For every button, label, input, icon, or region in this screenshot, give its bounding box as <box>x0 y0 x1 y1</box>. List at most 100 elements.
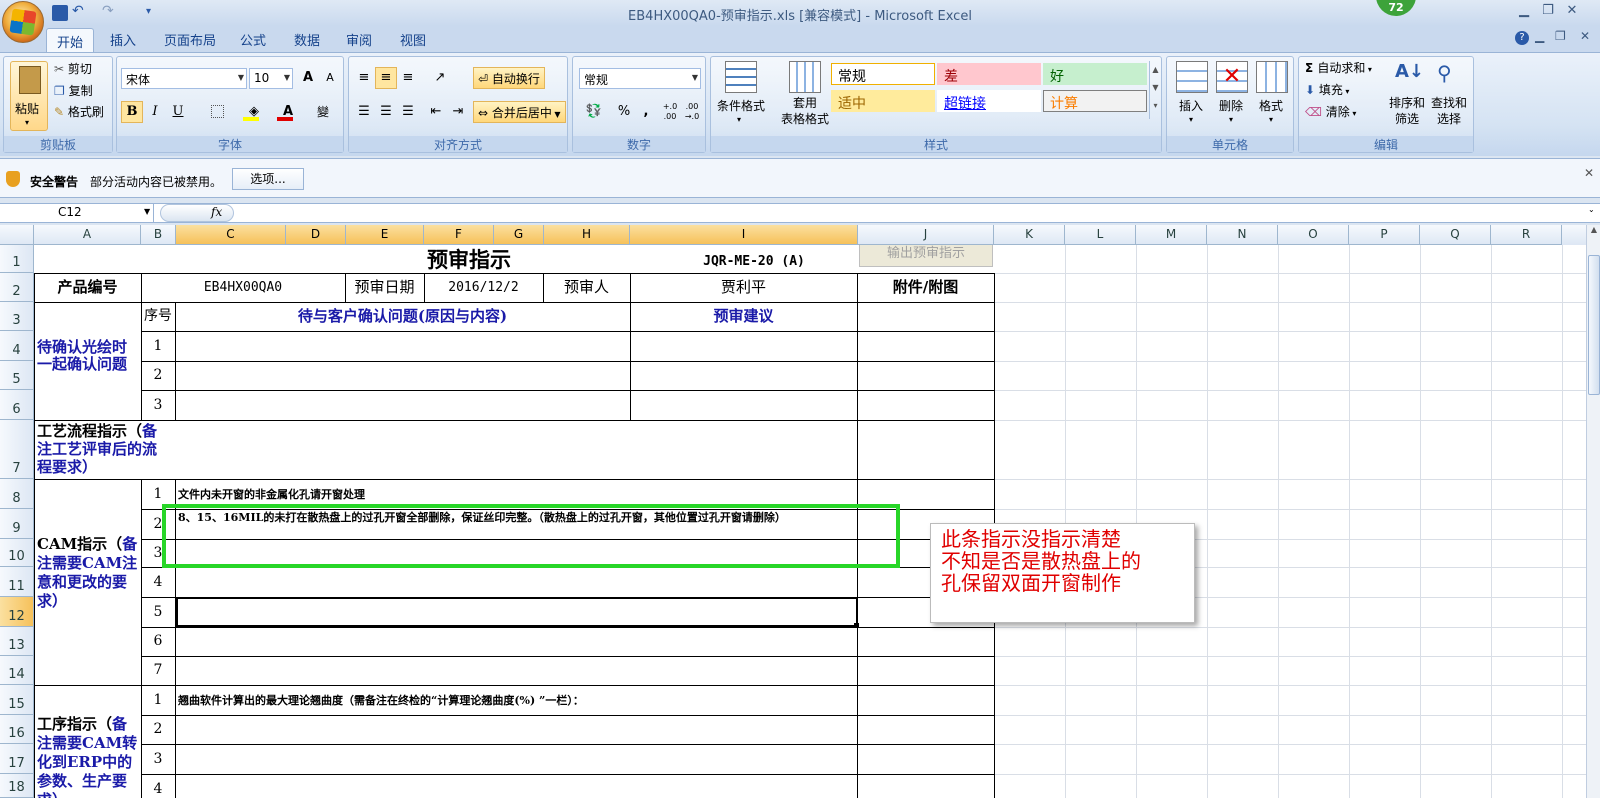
scroll-up-icon[interactable]: ▲ <box>1588 225 1600 239</box>
column-header-b[interactable]: B <box>141 225 176 245</box>
clear-button[interactable]: ⌫ 清除 ▾ <box>1305 103 1356 120</box>
product-value[interactable]: EB4HX00QA0 <box>141 273 345 302</box>
row-header-2[interactable]: 2 <box>0 273 34 302</box>
format-painter-button[interactable]: ✎ 格式刷 <box>54 103 104 120</box>
column-header-d[interactable]: D <box>286 225 346 245</box>
align-left-icon[interactable]: ☰ <box>353 101 375 123</box>
wrap-text-button[interactable]: ⏎ 自动换行 <box>473 67 545 89</box>
row-header-14[interactable]: 14 <box>0 656 34 685</box>
workbook-restore-icon[interactable]: ❐ <box>1555 29 1566 43</box>
tab-view[interactable]: 视图 <box>400 30 426 49</box>
security-options-button[interactable]: 选项... <box>232 168 304 190</box>
column-header-r[interactable]: R <box>1491 225 1562 245</box>
fx-icon[interactable]: fx <box>211 205 222 219</box>
italic-button[interactable]: I <box>144 101 166 123</box>
row-header-16[interactable]: 16 <box>0 715 34 744</box>
selected-cell[interactable] <box>176 597 858 627</box>
grow-font-button[interactable]: A <box>297 67 319 89</box>
decrease-indent-icon[interactable]: ⇤ <box>425 101 447 123</box>
export-button[interactable]: 输出预审指示 <box>859 245 993 267</box>
fill-handle[interactable] <box>854 623 859 628</box>
paste-button[interactable]: 粘贴 ▾ <box>10 61 48 131</box>
font-size-combo[interactable]: 10 ▼ <box>249 68 293 89</box>
align-right-icon[interactable]: ☰ <box>397 101 419 123</box>
percent-button[interactable]: % <box>613 101 635 123</box>
workbook-minimize-icon[interactable]: ▁ <box>1535 29 1544 43</box>
merge-center-button[interactable]: ⇔ 合并后居中 ▼ <box>473 101 566 123</box>
decrease-decimal-button[interactable]: .00 →.0 <box>681 101 703 123</box>
currency-icon[interactable]: 💱 <box>579 101 609 123</box>
style-neutral[interactable]: 适中 <box>831 90 935 112</box>
column-header-k[interactable]: K <box>994 225 1065 245</box>
scroll-thumb[interactable] <box>1588 255 1600 395</box>
align-top-icon[interactable]: ≡ <box>353 67 375 89</box>
column-header-l[interactable]: L <box>1065 225 1136 245</box>
column-header-a[interactable]: A <box>34 225 141 245</box>
format-cells-button[interactable]: 格式 ▾ <box>1253 59 1291 133</box>
comma-button[interactable]: , <box>635 101 657 123</box>
format-as-table-button[interactable]: 套用 表格格式 <box>773 59 837 133</box>
increase-decimal-button[interactable]: +.0.00 <box>659 101 681 123</box>
insert-cells-button[interactable]: 插入 ▾ <box>1173 59 1211 133</box>
column-header-p[interactable]: P <box>1349 225 1420 245</box>
orientation-icon[interactable]: ↗ <box>425 67 455 89</box>
name-box[interactable]: C12 ▼ <box>2 204 154 222</box>
cut-button[interactable]: ✂ 剪切 <box>54 60 92 77</box>
styles-scroll[interactable]: ▲ ▼ ▾ <box>1149 61 1161 119</box>
align-center-icon[interactable]: ☰ <box>375 101 397 123</box>
delete-cells-button[interactable]: ✕ 删除 ▾ <box>1213 59 1251 133</box>
row-header-7[interactable]: 7 <box>0 420 34 479</box>
column-header-g[interactable]: G <box>494 225 544 245</box>
column-header-e[interactable]: E <box>346 225 424 245</box>
column-header-j[interactable]: J <box>858 225 994 245</box>
select-all-button[interactable] <box>0 225 34 245</box>
row-header-4[interactable]: 4 <box>0 331 34 361</box>
column-header-o[interactable]: O <box>1278 225 1349 245</box>
number-format-combo[interactable]: 常规 ▼ <box>579 68 701 89</box>
tab-home[interactable]: 开始 <box>46 28 94 53</box>
style-hyperlink[interactable]: 超链接 <box>937 90 1041 112</box>
formula-expand-icon[interactable]: ⌄ <box>1588 205 1595 214</box>
style-bad[interactable]: 差 <box>937 63 1041 85</box>
fill-button[interactable]: ⬇ 填充 ▾ <box>1305 81 1349 98</box>
reviewer-value[interactable]: 贾利平 <box>630 273 857 302</box>
row-header-15[interactable]: 15 <box>0 685 34 715</box>
phonetic-button[interactable]: 變 <box>307 101 339 123</box>
tab-page-layout[interactable]: 页面布局 <box>164 30 216 49</box>
sort-filter-button[interactable]: A↓ 排序和 筛选 <box>1387 59 1427 133</box>
workbook-close-icon[interactable]: ✕ <box>1580 29 1590 43</box>
column-header-f[interactable]: F <box>424 225 494 245</box>
style-good[interactable]: 好 <box>1043 63 1147 85</box>
row-header-18[interactable]: 18 <box>0 774 34 798</box>
font-color-button[interactable]: A <box>273 101 303 123</box>
border-button[interactable] <box>201 101 233 123</box>
formula-input[interactable] <box>236 205 1584 221</box>
shrink-font-button[interactable]: A <box>319 67 341 89</box>
increase-indent-icon[interactable]: ⇥ <box>447 101 469 123</box>
align-bottom-icon[interactable]: ≡ <box>397 67 419 89</box>
bold-button[interactable]: B <box>121 101 143 123</box>
minimize-button[interactable]: ▁ <box>1514 3 1534 19</box>
row-header-13[interactable]: 13 <box>0 627 34 656</box>
row-header-17[interactable]: 17 <box>0 744 34 774</box>
row-header-5[interactable]: 5 <box>0 361 34 390</box>
align-middle-icon[interactable]: ≡ <box>375 67 397 89</box>
op-instruction-1[interactable]: 翘曲软件计算出的最大理论翘曲度（需备注在终检的“计算理论翘曲度(%) ”一栏）： <box>175 685 857 715</box>
column-header-c[interactable]: C <box>176 225 286 245</box>
row-header-6[interactable]: 6 <box>0 390 34 420</box>
security-close-icon[interactable]: ✕ <box>1584 166 1594 180</box>
font-name-combo[interactable]: 宋体 ▼ <box>121 68 247 89</box>
conditional-format-button[interactable]: 条件格式 ▾ <box>713 59 769 133</box>
date-value[interactable]: 2016/12/2 <box>424 273 543 302</box>
tab-formulas[interactable]: 公式 <box>240 30 266 49</box>
row-header-8[interactable]: 8 <box>0 479 34 509</box>
row-header-3[interactable]: 3 <box>0 302 34 331</box>
tab-insert[interactable]: 插入 <box>110 30 136 49</box>
tab-data[interactable]: 数据 <box>294 30 320 49</box>
row-header-10[interactable]: 10 <box>0 539 34 567</box>
style-calculation[interactable]: 计算 <box>1043 90 1147 112</box>
vertical-scrollbar[interactable]: ▲ <box>1586 225 1600 798</box>
column-header-n[interactable]: N <box>1207 225 1278 245</box>
autosum-button[interactable]: Σ 自动求和 ▾ <box>1305 59 1372 76</box>
fill-color-button[interactable]: ◈ <box>239 101 269 123</box>
